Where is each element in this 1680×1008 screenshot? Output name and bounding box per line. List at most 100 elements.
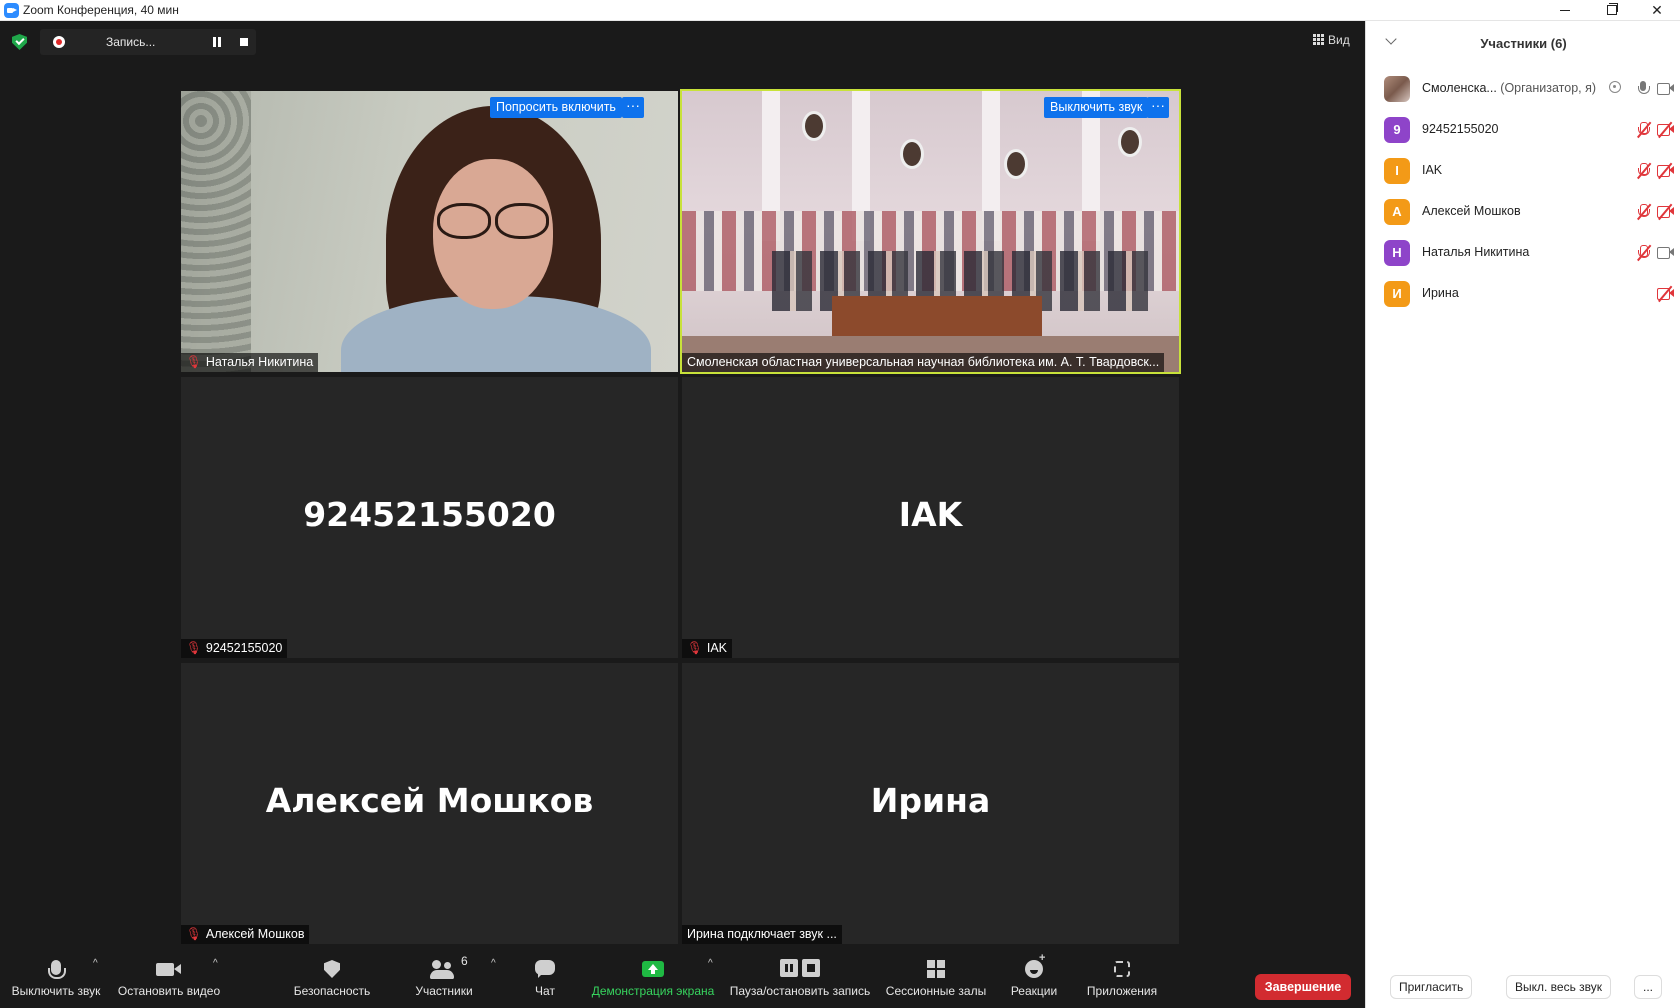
tile-more-button[interactable]: ··· <box>622 97 644 118</box>
mic-muted-icon: 🎙 <box>186 641 202 655</box>
avatar <box>1384 76 1410 102</box>
tile-name: 92452155020 <box>205 641 283 655</box>
video-tile-library[interactable]: Выключить звук ··· Смоленская областная … <box>680 89 1181 374</box>
camera-off-icon[interactable] <box>1657 121 1675 138</box>
security-label: Безопасность <box>293 984 371 998</box>
microphone-icon[interactable] <box>1636 81 1650 97</box>
encryption-shield-icon[interactable] <box>12 34 27 50</box>
window-titlebar: Zoom Конференция, 40 мин ✕ <box>0 0 1680 21</box>
video-tile-aleksey[interactable]: Алексей Мошков 🎙 Алексей Мошков <box>181 663 678 944</box>
tile-name: Наталья Никитина <box>205 355 314 369</box>
panel-footer: Пригласить Выкл. весь звук ... <box>1366 967 1680 1008</box>
apps-button[interactable]: Приложения <box>1078 950 1166 1008</box>
participant-row[interactable]: Смоленска... (Организатор, я) <box>1366 68 1680 109</box>
breakout-rooms-button[interactable]: Сессионные залы <box>884 950 988 1008</box>
mic-muted-icon[interactable] <box>1636 203 1652 220</box>
share-options-caret[interactable]: ^ <box>708 958 713 969</box>
participant-name: IAK <box>1422 163 1443 177</box>
participant-video <box>181 91 678 372</box>
mic-muted-icon: 🎙 <box>186 355 202 369</box>
share-screen-button[interactable]: Демонстрация экрана <box>588 950 718 1008</box>
participant-name: Наталья Никитина <box>1422 245 1530 259</box>
microphone-icon <box>48 960 66 979</box>
camera-off-icon[interactable] <box>1657 162 1675 179</box>
view-label: Вид <box>1328 33 1350 47</box>
participant-big-name: IAK <box>898 495 963 534</box>
participant-video <box>682 91 1179 372</box>
name-tag: 🎙 IAK <box>682 639 733 658</box>
stop-recording-icon[interactable] <box>240 38 248 46</box>
camera-off-icon[interactable] <box>1657 285 1675 302</box>
mic-muted-icon[interactable] <box>1636 162 1652 179</box>
recording-label: Запись... <box>106 35 156 49</box>
participants-label: Участники <box>415 984 473 998</box>
participant-name: 92452155020 <box>1422 122 1499 136</box>
participant-big-name: Ирина <box>870 781 991 820</box>
meeting-topbar: Запись... Вид <box>0 21 1365 63</box>
participant-row[interactable]: 9 92452155020 <box>1366 109 1680 150</box>
mic-muted-icon: 🎙 <box>687 641 703 655</box>
mute-all-button[interactable]: Выкл. весь звук <box>1506 975 1612 999</box>
chat-label: Чат <box>535 984 555 998</box>
apps-icon <box>1114 961 1130 977</box>
pause-stop-recording-icon <box>780 959 820 977</box>
name-tag: 🎙 Алексей Мошков <box>181 925 310 944</box>
video-tile-92452155020[interactable]: 92452155020 🎙 92452155020 <box>181 377 678 658</box>
participant-row[interactable]: I IAK <box>1366 150 1680 191</box>
panel-more-button[interactable]: ... <box>1634 975 1663 999</box>
avatar: И <box>1384 281 1410 307</box>
mute-label: Выключить звук <box>11 984 101 998</box>
reactions-icon <box>1025 952 1045 978</box>
ask-to-unmute-button[interactable]: Попросить включить <box>490 97 622 118</box>
apps-label: Приложения <box>1086 984 1158 998</box>
participants-icon <box>430 960 458 980</box>
participant-row[interactable]: А Алексей Мошков <box>1366 191 1680 232</box>
chat-button[interactable]: Чат <box>520 950 570 1008</box>
share-screen-label: Демонстрация экрана <box>591 984 715 998</box>
mic-muted-icon: 🎙 <box>186 927 202 941</box>
camera-icon[interactable] <box>1657 246 1675 259</box>
camera-off-icon[interactable] <box>1657 203 1675 220</box>
participants-button[interactable]: 6 Участники <box>404 950 484 1008</box>
video-tile-iak[interactable]: IAK 🎙 IAK <box>682 377 1179 658</box>
minimize-button[interactable] <box>1542 0 1588 20</box>
avatar: 9 <box>1384 117 1410 143</box>
audio-options-caret[interactable]: ^ <box>93 958 98 969</box>
participants-count: 6 <box>461 954 468 968</box>
video-options-caret[interactable]: ^ <box>213 958 218 969</box>
video-tile-irina[interactable]: Ирина Ирина подключает звук ... <box>682 663 1179 944</box>
view-button[interactable]: Вид <box>1313 33 1350 51</box>
close-window-button[interactable]: ✕ <box>1634 0 1680 20</box>
window-title: Zoom Конференция, 40 мин <box>23 3 179 17</box>
pause-stop-recording-button[interactable]: Пауза/остановить запись <box>728 950 872 1008</box>
mute-button[interactable]: Выключить звук <box>6 950 106 1008</box>
participant-row[interactable]: Н Наталья Никитина <box>1366 232 1680 273</box>
mic-muted-icon[interactable] <box>1636 244 1652 261</box>
tile-name: Ирина подключает звук ... <box>687 927 837 941</box>
tile-more-button[interactable]: ··· <box>1147 97 1169 118</box>
camera-icon <box>156 963 181 976</box>
panel-title: Участники (6) <box>1480 36 1567 51</box>
mic-muted-icon[interactable] <box>1636 121 1652 138</box>
meeting-toolbar: Выключить звук ^ Остановить видео ^ Безо… <box>0 950 1365 1008</box>
reactions-button[interactable]: Реакции <box>1002 950 1066 1008</box>
reactions-label: Реакции <box>1010 984 1058 998</box>
participant-big-name: 92452155020 <box>303 495 556 534</box>
stop-video-label: Остановить видео <box>117 984 221 998</box>
pause-recording-icon[interactable] <box>212 37 222 47</box>
name-tag: Ирина подключает звук ... <box>682 925 842 944</box>
camera-icon[interactable] <box>1657 82 1675 95</box>
participants-panel: Участники (6) Смоленска... (Организатор,… <box>1365 21 1680 1008</box>
recording-indicator: Запись... <box>40 29 256 55</box>
end-meeting-button[interactable]: Завершение <box>1255 974 1351 1000</box>
invite-button[interactable]: Пригласить <box>1390 975 1473 999</box>
grid-view-icon <box>1313 34 1324 45</box>
zoom-app-icon <box>4 3 19 18</box>
video-tile-natalia[interactable]: Попросить включить ··· 🎙 Наталья Никитина <box>181 91 678 372</box>
security-button[interactable]: Безопасность <box>285 950 379 1008</box>
participant-row[interactable]: И Ирина <box>1366 273 1680 314</box>
stop-video-button[interactable]: Остановить видео <box>114 950 224 1008</box>
restore-button[interactable] <box>1588 0 1634 20</box>
participants-options-caret[interactable]: ^ <box>491 958 496 969</box>
mute-participant-button[interactable]: Выключить звук <box>1044 97 1149 118</box>
